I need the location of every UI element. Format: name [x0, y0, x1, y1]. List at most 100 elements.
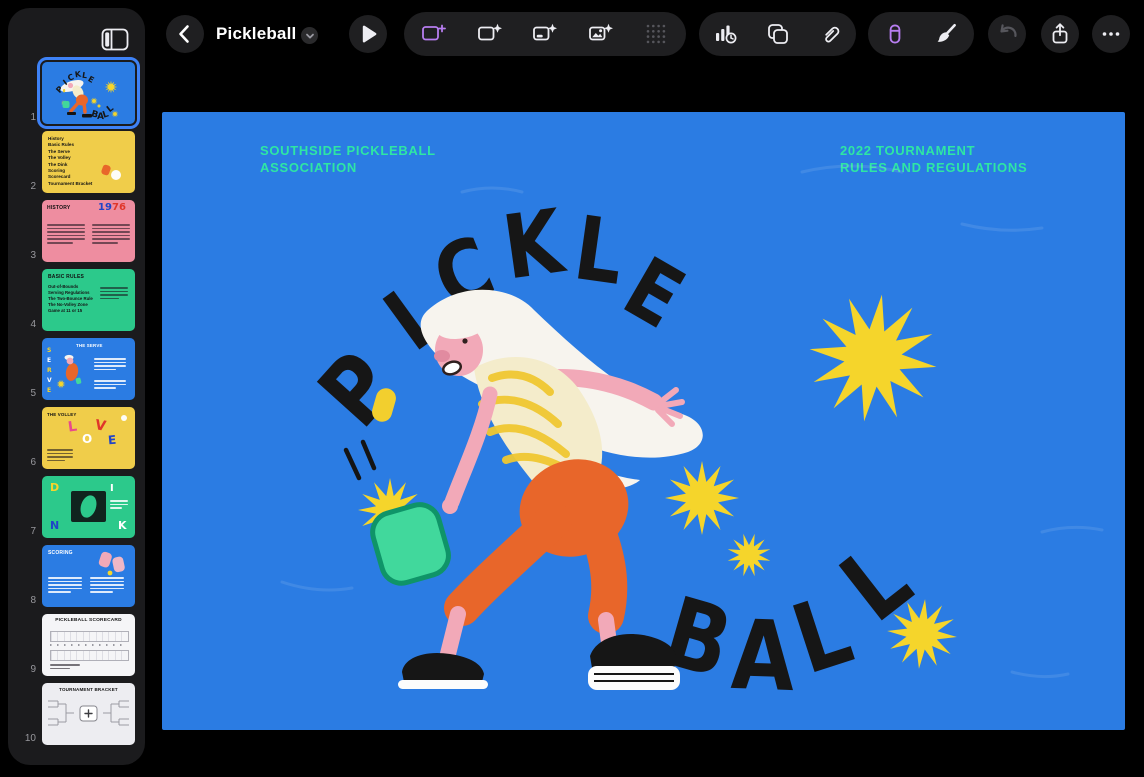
slide-thumbnail-2[interactable]: HistoryBasic Rules The ServeThe Volley T… — [42, 131, 135, 193]
slide-number: 10 — [8, 733, 36, 744]
slide-row-7: 7 D I N K — [8, 476, 145, 545]
scorecard-grid — [50, 631, 129, 642]
copy-style-button[interactable] — [752, 12, 804, 56]
thumb-letter: K — [118, 520, 127, 531]
add-build-button[interactable] — [519, 12, 571, 56]
thumb-letter: O — [82, 433, 92, 445]
thumb-letter: R — [47, 368, 52, 374]
text-lines — [92, 224, 130, 245]
add-media-button[interactable] — [575, 12, 627, 56]
format-brush-button[interactable] — [921, 12, 973, 56]
tools-group — [699, 12, 856, 56]
slide-row-6: 6 THE VOLLEY L O V E — [8, 407, 145, 476]
slide-row-9: 9 PICKLEBALL SCORECARD — [8, 614, 145, 683]
text-lines — [47, 449, 73, 463]
slide-canvas[interactable]: SOUTHSIDE PICKLEBALL ASSOCIATION 2022 TO… — [162, 112, 1125, 730]
slide-row-2: 2 HistoryBasic Rules The ServeThe Volley… — [8, 131, 145, 200]
thumb-letter: E — [107, 434, 116, 447]
thumb-letter: S — [47, 348, 51, 354]
slide-thumbnail-7[interactable]: D I N K — [42, 476, 135, 538]
marker-jar-icon — [882, 21, 908, 47]
dot-grid-button[interactable] — [630, 12, 682, 56]
ellipsis-icon — [1098, 21, 1124, 47]
text-lines — [50, 664, 80, 671]
slide-number: 5 — [8, 388, 36, 399]
thumb-letter: E — [47, 388, 51, 394]
thumb-title: THE VOLLEY — [47, 412, 77, 417]
add-slide-button[interactable] — [408, 12, 460, 56]
thumbnail-list: 1 — [8, 62, 145, 752]
chevron-left-icon — [172, 21, 198, 47]
slide-number: 6 — [8, 457, 36, 468]
year-digits: 19 — [98, 203, 112, 213]
thumb-title: THE SERVE — [76, 343, 103, 348]
slide-number: 2 — [8, 181, 36, 192]
star-medium — [665, 461, 739, 535]
slide-thumbnail-10[interactable]: TOURNAMENT BRACKET — [42, 683, 135, 745]
text-lines — [90, 577, 124, 595]
slide-row-8: 8 SCORING — [8, 545, 145, 614]
thumb-title: TOURNAMENT BRACKET — [42, 687, 135, 692]
dot-grid-icon — [643, 21, 669, 47]
slide-number: 7 — [8, 526, 36, 537]
play-button[interactable] — [349, 15, 387, 53]
add-transition-button[interactable] — [463, 12, 515, 56]
undo-icon — [994, 21, 1020, 47]
sidebar-toggle-button[interactable] — [97, 22, 133, 56]
slide-thumbnail-8[interactable]: SCORING — [42, 545, 135, 607]
attachment-button[interactable] — [804, 12, 856, 56]
star-bottom — [884, 596, 960, 672]
slide-thumbnail-9[interactable]: PICKLEBALL SCORECARD — [42, 614, 135, 676]
thumb-title: BASIC RULES — [48, 274, 84, 280]
share-icon — [1047, 21, 1073, 47]
thumb-title: SCORING — [48, 550, 73, 556]
share-button[interactable] — [1041, 15, 1079, 53]
thumb-letter: L — [67, 419, 78, 434]
slide-row-4: 4 BASIC RULES Out-of-BoundsServing Regul… — [8, 269, 145, 338]
thumb-letter: D — [50, 482, 59, 493]
slide-number: 9 — [8, 664, 36, 675]
slide-row-5: 5 THE SERVE S E R V E — [8, 338, 145, 407]
more-button[interactable] — [1092, 15, 1130, 53]
add-slide-icon — [420, 21, 447, 47]
thumb-letter: V — [47, 378, 52, 384]
title-dropdown-button[interactable] — [301, 27, 318, 44]
annotate-group — [868, 12, 974, 56]
rehearse-button[interactable] — [699, 12, 751, 56]
paintbrush-icon — [934, 21, 960, 47]
document-title[interactable]: Pickleball — [216, 24, 296, 44]
slide-number: 8 — [8, 595, 36, 606]
slide-thumbnail-1[interactable]: P I C K L E B A L L — [42, 62, 135, 124]
slide-row-3: 3 HISTORY 19 76 — [8, 200, 145, 269]
thumb-letter: E — [47, 358, 51, 364]
scorecard-grid — [50, 650, 129, 661]
copy-shapes-icon — [765, 21, 791, 47]
player-illustration[interactable] — [162, 112, 1125, 730]
ball-dot — [121, 415, 127, 421]
text-lines — [100, 287, 128, 301]
add-transition-icon — [476, 21, 503, 47]
smart-annotate-button[interactable] — [869, 12, 921, 56]
thumb-letter: N — [50, 520, 59, 531]
slide-row-1: 1 — [8, 62, 145, 131]
chevron-down-icon — [304, 30, 316, 42]
chart-clock-icon — [712, 21, 738, 47]
bracket-diagram — [42, 693, 135, 745]
slide-navigator: 1 — [8, 8, 145, 765]
keynote-window: Pickleball — [0, 0, 1144, 777]
insert-tools-group — [404, 12, 686, 56]
agenda-list: HistoryBasic Rules The ServeThe Volley T… — [48, 136, 92, 187]
text-lines — [48, 577, 82, 595]
back-button[interactable] — [166, 15, 204, 53]
thumb-title: PICKLEBALL SCORECARD — [42, 618, 135, 624]
slide-thumbnail-5[interactable]: THE SERVE S E R V E — [42, 338, 135, 400]
slide-thumbnail-3[interactable]: HISTORY 19 76 — [42, 200, 135, 262]
add-build-icon — [531, 21, 558, 47]
text-lines — [110, 500, 128, 511]
thumb-letter: I — [110, 484, 114, 494]
add-media-icon — [587, 21, 614, 47]
undo-button[interactable] — [988, 15, 1026, 53]
thumb-title: HISTORY — [47, 205, 70, 211]
slide-thumbnail-6[interactable]: THE VOLLEY L O V E — [42, 407, 135, 469]
slide-thumbnail-4[interactable]: BASIC RULES Out-of-BoundsServing Regulat… — [42, 269, 135, 331]
